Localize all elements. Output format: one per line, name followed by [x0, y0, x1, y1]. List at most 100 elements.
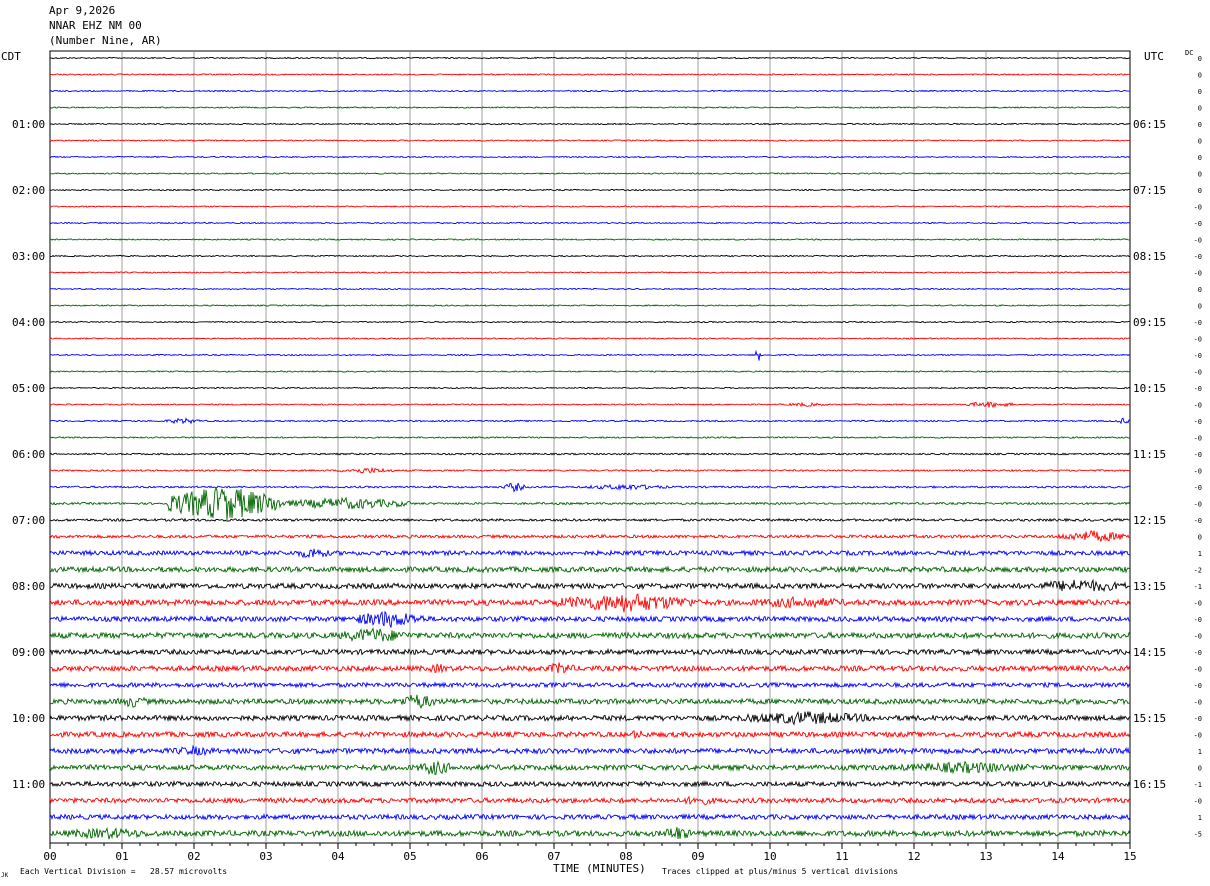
- trace-line: [49, 139, 1131, 142]
- trace-line: [49, 122, 1131, 126]
- trace-line: [49, 320, 1131, 324]
- utc-time-label: 13:15: [1133, 580, 1166, 593]
- trace-line: [49, 106, 1131, 109]
- dc-offset-label: 1: [1198, 748, 1202, 756]
- dc-offset-label: 1: [1198, 814, 1202, 822]
- trace-line: [49, 627, 1131, 642]
- seismogram-plot: 00 01 02 03 04 05 06 07 08 09 10 11 12 13 14 1500000000…: [12, 50, 1202, 863]
- trace-line: [49, 370, 1131, 373]
- dc-offset-label: -0: [1194, 220, 1202, 228]
- trace-line: [49, 760, 1131, 776]
- x-tick-label: 03: [259, 850, 272, 863]
- trace-line: [49, 578, 1131, 593]
- x-tick-label: 06: [475, 850, 488, 863]
- trace-line: [49, 401, 1131, 409]
- x-tick-label: 04: [331, 850, 345, 863]
- x-tick-label: 12: [907, 850, 920, 863]
- cdt-time-label: 07:00: [12, 514, 45, 527]
- trace-line: [49, 155, 1131, 159]
- dc-offset-label: -0: [1194, 369, 1202, 377]
- utc-time-label: 15:15: [1133, 712, 1166, 725]
- trace-line: [49, 172, 1131, 175]
- dc-offset-label: 0: [1198, 88, 1202, 96]
- cdt-time-label: 11:00: [12, 778, 45, 791]
- scale-note: Each Vertical Division = 28.57 microvolt…: [20, 867, 228, 876]
- dc-offset-label: -0: [1194, 336, 1202, 344]
- utc-time-label: 16:15: [1133, 778, 1166, 791]
- trace-line: [49, 711, 1131, 726]
- dc-offset-label: -0: [1194, 237, 1202, 245]
- trace-line: [49, 56, 1131, 60]
- clip-note: Traces clipped at plus/minus 5 vertical …: [662, 867, 899, 876]
- utc-time-label: 06:15: [1133, 118, 1166, 131]
- dc-offset-label: -1: [1194, 781, 1202, 789]
- dc-offset-label: 0: [1198, 121, 1202, 129]
- cdt-time-label: 06:00: [12, 448, 45, 461]
- dc-offset-label: -0: [1194, 732, 1202, 740]
- dc-offset-label: -0: [1194, 402, 1202, 410]
- x-tick-label: 15: [1123, 850, 1136, 863]
- dc-offset-label: -0: [1194, 253, 1202, 261]
- dc-offset-label: -0: [1194, 715, 1202, 723]
- trace-line: [49, 517, 1131, 523]
- cdt-time-label: 04:00: [12, 316, 45, 329]
- dc-offset-label: -5: [1194, 831, 1202, 839]
- utc-time-label: 12:15: [1133, 514, 1166, 527]
- trace-line: [49, 812, 1131, 822]
- dc-offset-label: -0: [1194, 517, 1202, 525]
- cdt-time-label: 09:00: [12, 646, 45, 659]
- dc-offset-label: 0: [1198, 55, 1202, 63]
- trace-line: [49, 386, 1131, 390]
- trace-line: [49, 744, 1131, 757]
- dc-offset-label: -0: [1194, 798, 1202, 806]
- utc-time-label: 11:15: [1133, 448, 1166, 461]
- dc-offset-label: -0: [1194, 435, 1202, 443]
- trace-line: [49, 730, 1131, 740]
- trace-line: [49, 221, 1131, 225]
- utc-time-label: 09:15: [1133, 316, 1166, 329]
- cdt-time-label: 08:00: [12, 580, 45, 593]
- dc-offset-label: -0: [1194, 484, 1202, 492]
- dc-offset-label: -0: [1194, 418, 1202, 426]
- plot-frame: [49, 50, 1131, 844]
- x-tick-label: 00: [43, 850, 56, 863]
- dc-offset-label: 0: [1198, 105, 1202, 113]
- trace-line: [49, 565, 1131, 574]
- cdt-time-label: 03:00: [12, 250, 45, 263]
- cdt-time-label: 01:00: [12, 118, 45, 131]
- trace-line: [49, 452, 1131, 456]
- dc-offset-label: -0: [1194, 352, 1202, 360]
- trace-line: [49, 681, 1131, 689]
- x-tick-label: 10: [763, 850, 776, 863]
- trace-line: [49, 826, 1131, 840]
- dc-offset-label: 0: [1198, 187, 1202, 195]
- dc-offset-label: -0: [1194, 699, 1202, 707]
- cdt-time-label: 10:00: [12, 712, 45, 725]
- dc-offset-label: -0: [1194, 666, 1202, 674]
- dc-offset-label: -0: [1194, 682, 1202, 690]
- dc-offset-label: -0: [1194, 468, 1202, 476]
- trace-line: [49, 466, 1131, 474]
- x-tick-label: 11: [835, 850, 848, 863]
- trace-line: [49, 530, 1131, 542]
- x-tick-label: 14: [1051, 850, 1065, 863]
- trace-line: [49, 349, 1131, 361]
- trace-line: [49, 271, 1131, 274]
- utc-time-label: 14:15: [1133, 646, 1166, 659]
- trace-line: [49, 73, 1131, 76]
- trace-line: [49, 548, 1130, 559]
- dc-offset-label: -0: [1194, 204, 1202, 212]
- trace-line: [49, 647, 1131, 657]
- trace-line: [49, 795, 1131, 806]
- trace-line: [50, 254, 1131, 258]
- utc-time-label: 08:15: [1133, 250, 1166, 263]
- dc-offset-label: -0: [1194, 385, 1202, 393]
- dc-offset-label: 0: [1198, 765, 1202, 773]
- trace-line: [49, 304, 1131, 307]
- dc-offset-label: 1: [1198, 550, 1202, 558]
- trace-line: [49, 482, 1131, 493]
- trace-line: [49, 287, 1131, 291]
- dc-offset-label: -0: [1194, 319, 1202, 327]
- dc-offset-label: 0: [1198, 171, 1202, 179]
- trace-line: [49, 188, 1130, 192]
